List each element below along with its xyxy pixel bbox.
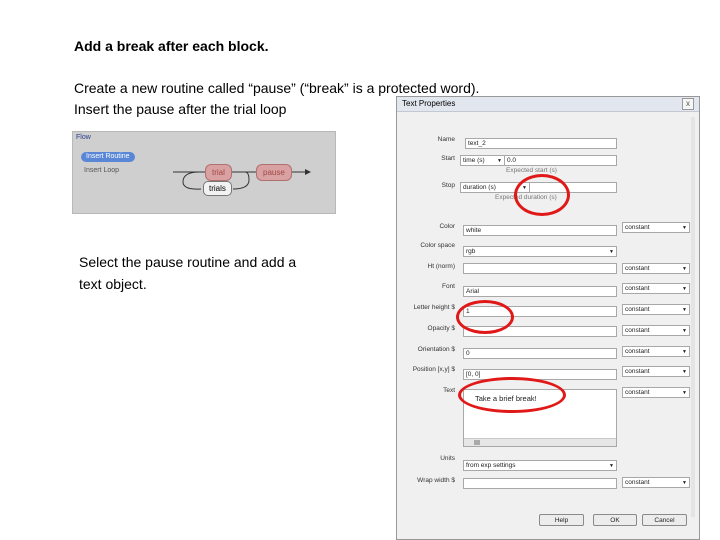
instruction-2-line-2: text object.	[79, 276, 147, 292]
colorspace-select[interactable]: rgb ▼	[463, 246, 617, 257]
instruction-2-line-1: Select the pause routine and add a	[79, 254, 297, 270]
chevron-down-icon: ▼	[609, 463, 614, 469]
chevron-down-icon: ▼	[682, 266, 687, 272]
start-unit-select[interactable]: time (s) ▼	[460, 155, 505, 166]
font-label: Font	[441, 283, 455, 290]
flow-arrowhead-icon	[305, 169, 311, 175]
orientation-mode-select[interactable]: constant ▼	[622, 346, 690, 357]
dialog-titlebar: Text Properties x	[397, 97, 699, 112]
text-properties-dialog: Text Properties x Name text_2 Start time…	[396, 96, 700, 540]
color-mode-value: constant	[625, 224, 650, 231]
chevron-down-icon: ▼	[682, 307, 687, 313]
dialog-scrollbar[interactable]	[691, 117, 695, 517]
flow-panel: Flow Insert Routine Insert Loop trial pa…	[72, 131, 336, 214]
chevron-down-icon: ▼	[682, 328, 687, 334]
height-mode-select[interactable]: constant ▼	[622, 263, 690, 274]
start-hint: Expected start (s)	[506, 167, 557, 174]
start-field[interactable]: 0.0	[504, 155, 617, 166]
color-mode-select[interactable]: constant ▼	[622, 222, 690, 233]
position-mode-value: constant	[625, 368, 650, 375]
position-field[interactable]: [0, 0]	[463, 369, 617, 380]
flow-routine-pause[interactable]: pause	[256, 164, 292, 181]
letter-height-field[interactable]: 1	[463, 306, 617, 317]
letter-height-mode-select[interactable]: constant ▼	[622, 304, 690, 315]
chevron-down-icon: ▼	[682, 225, 687, 231]
chevron-down-icon: ▼	[522, 185, 527, 191]
height-field[interactable]	[463, 263, 617, 274]
chevron-down-icon: ▼	[497, 158, 502, 164]
flow-routine-trial[interactable]: trial	[205, 164, 232, 181]
cancel-button[interactable]: Cancel	[642, 514, 687, 526]
orientation-field[interactable]: 0	[463, 348, 617, 359]
font-mode-value: constant	[625, 285, 650, 292]
letter-height-mode-value: constant	[625, 306, 650, 313]
name-field[interactable]: text_2	[465, 138, 617, 149]
wrap-width-label: Wrap width $	[417, 477, 455, 484]
name-label: Name	[437, 136, 455, 143]
wrap-width-mode-select[interactable]: constant ▼	[622, 477, 690, 488]
opacity-mode-select[interactable]: constant ▼	[622, 325, 690, 336]
scroll-thumb[interactable]	[474, 440, 480, 445]
text-area-hscrollbar[interactable]	[464, 438, 616, 446]
text-label: Text	[443, 387, 455, 394]
text-mode-select[interactable]: constant ▼	[622, 387, 690, 398]
stop-field[interactable]	[529, 182, 617, 193]
units-select[interactable]: from exp settings ▼	[463, 460, 617, 471]
chevron-down-icon: ▼	[682, 369, 687, 375]
chevron-down-icon: ▼	[682, 480, 687, 486]
font-mode-select[interactable]: constant ▼	[622, 283, 690, 294]
letter-height-label: Letter height $	[413, 304, 455, 311]
stop-unit-select[interactable]: duration (s) ▼	[460, 182, 530, 193]
chevron-down-icon: ▼	[682, 286, 687, 292]
help-button[interactable]: Help	[539, 514, 584, 526]
slide-title: Add a break after each block.	[74, 38, 269, 54]
close-icon[interactable]: x	[682, 98, 694, 110]
stop-label: Stop	[441, 182, 455, 189]
height-mode-value: constant	[625, 265, 650, 272]
text-area-value: Take a brief break!	[475, 394, 537, 403]
stop-hint: Expected duration (s)	[495, 194, 557, 201]
font-field[interactable]: Arial	[463, 286, 617, 297]
chevron-down-icon: ▼	[682, 390, 687, 396]
start-unit-value: time (s)	[463, 157, 485, 164]
flow-loop-trials[interactable]: trials	[203, 181, 232, 196]
height-label: Ht (norm)	[427, 263, 455, 270]
opacity-mode-value: constant	[625, 327, 650, 334]
ok-button[interactable]: OK	[593, 514, 637, 526]
units-label: Units	[440, 455, 455, 462]
text-area[interactable]: Take a brief break!	[463, 389, 617, 447]
position-mode-select[interactable]: constant ▼	[622, 366, 690, 377]
orientation-mode-value: constant	[625, 348, 650, 355]
stop-unit-value: duration (s)	[463, 184, 496, 191]
chevron-down-icon: ▼	[609, 249, 614, 255]
text-mode-value: constant	[625, 389, 650, 396]
loop-right-arc	[232, 171, 250, 190]
units-value: from exp settings	[466, 462, 516, 469]
dialog-title: Text Properties	[402, 99, 456, 108]
color-field[interactable]: white	[463, 225, 617, 236]
wrap-width-field[interactable]	[463, 478, 617, 489]
loop-left-arc	[182, 171, 202, 190]
colorspace-value: rgb	[466, 248, 476, 255]
chevron-down-icon: ▼	[682, 349, 687, 355]
wrap-width-mode-value: constant	[625, 479, 650, 486]
color-label: Color	[439, 223, 455, 230]
opacity-label: Opacity $	[427, 325, 455, 332]
position-label: Position [x,y] $	[412, 366, 455, 373]
start-label: Start	[441, 155, 455, 162]
colorspace-label: Color space	[420, 242, 455, 249]
instruction-block-2: Select the pause routine and add a text …	[79, 251, 296, 295]
opacity-field[interactable]	[463, 326, 617, 337]
orientation-label: Orientation $	[417, 346, 455, 353]
